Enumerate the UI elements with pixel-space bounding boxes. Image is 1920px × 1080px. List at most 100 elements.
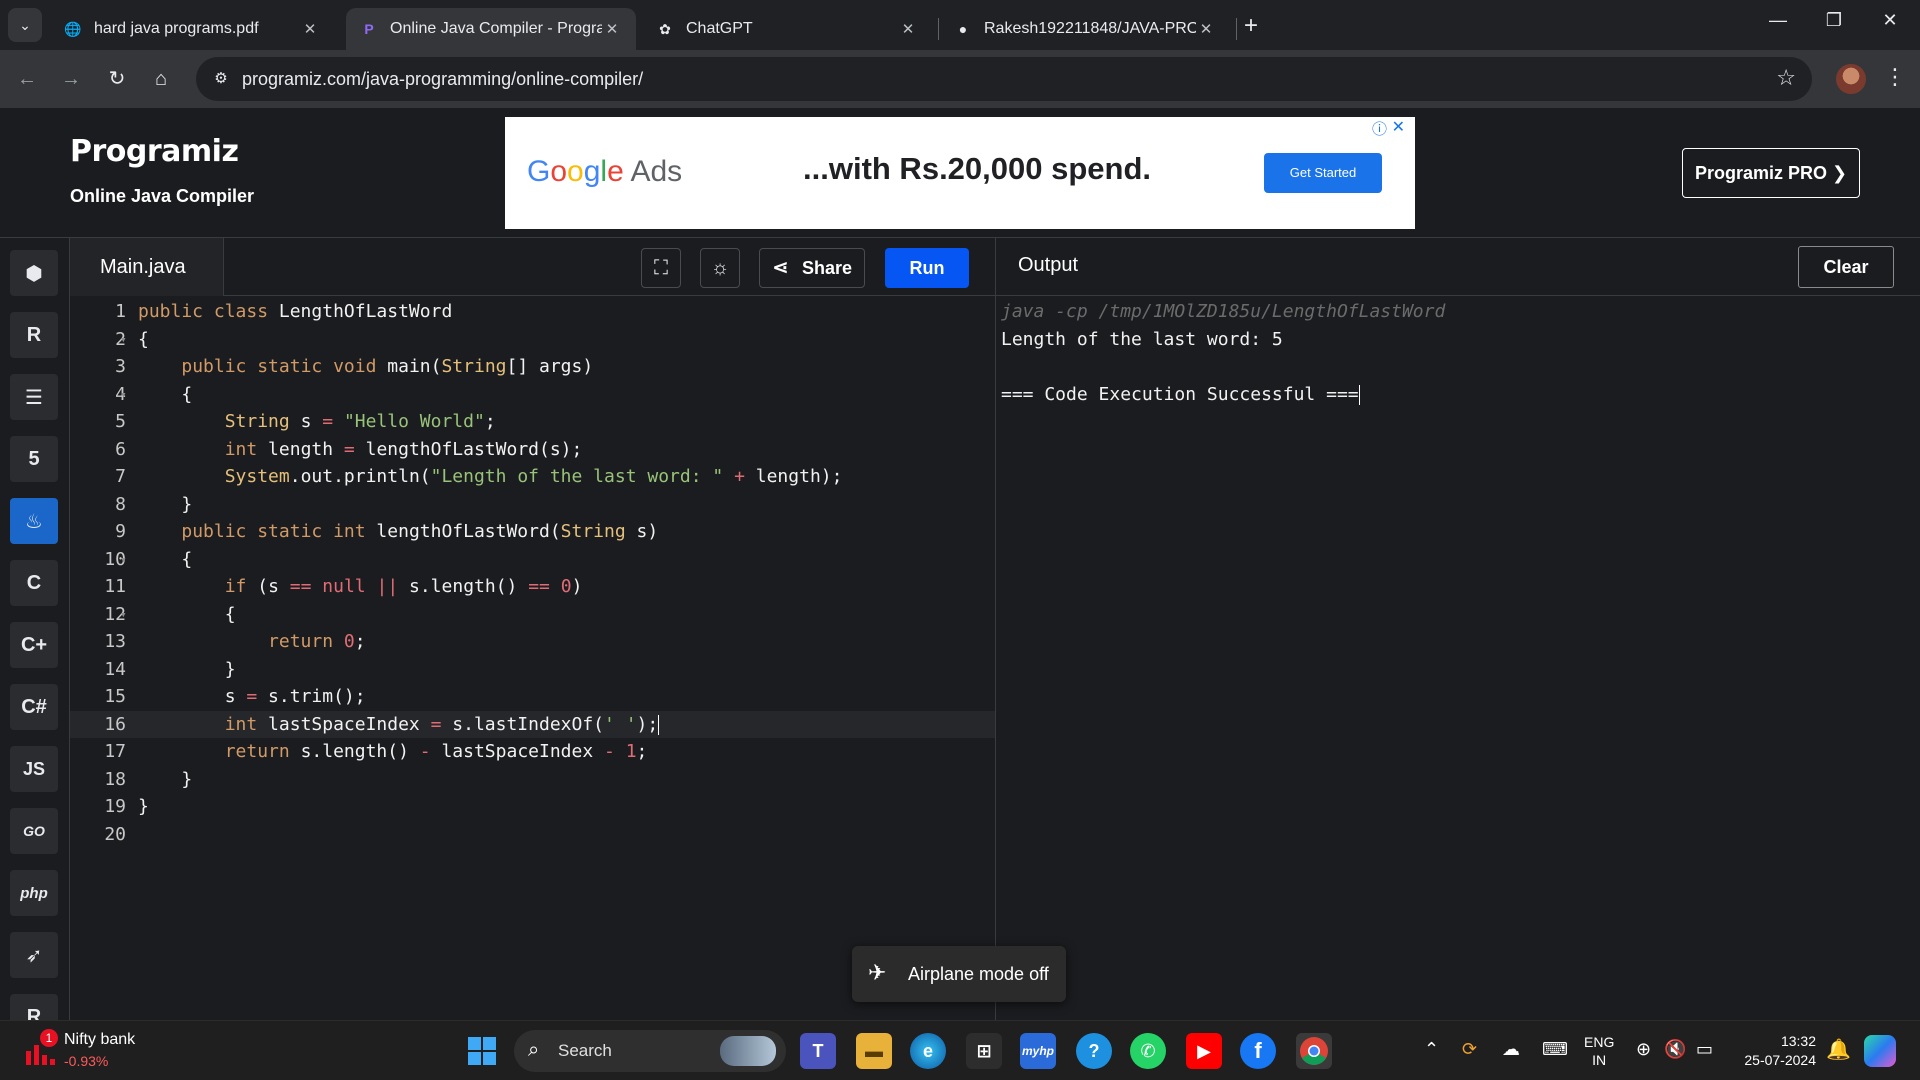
clear-button[interactable]: Clear xyxy=(1798,246,1894,288)
php-icon[interactable]: php xyxy=(10,870,58,916)
ad-headline: ...with Rs.20,000 spend. xyxy=(803,151,1152,186)
minimize-icon[interactable]: — xyxy=(1758,10,1798,31)
teams-icon[interactable]: T xyxy=(800,1033,836,1069)
forward-arrow-icon[interactable]: → xyxy=(56,64,86,94)
csharp-icon[interactable]: C# xyxy=(10,684,58,730)
battery-icon[interactable]: ▭ xyxy=(1696,1039,1713,1060)
tab-title: hard java programs.pdf xyxy=(94,20,259,37)
profile-avatar[interactable] xyxy=(1836,64,1866,94)
keyboard-icon[interactable]: ⌨ xyxy=(1542,1039,1568,1060)
tab-divider xyxy=(938,18,939,40)
fullscreen-icon[interactable]: ⛶ xyxy=(641,248,681,288)
output-title: Output xyxy=(1018,254,1079,276)
sql-icon[interactable]: ☰ xyxy=(10,374,58,420)
r-icon[interactable]: R xyxy=(10,312,58,358)
code-line: 14 } xyxy=(104,658,236,680)
cpp-icon[interactable]: C+ xyxy=(10,622,58,668)
code-line: 18 } xyxy=(104,768,193,790)
java-icon[interactable]: ♨ xyxy=(10,498,58,544)
go-icon[interactable]: GO xyxy=(10,808,58,854)
address-bar[interactable]: ⚙ programiz.com/java-programming/online-… xyxy=(196,57,1812,101)
ad-info-icon[interactable]: ⓘ xyxy=(1372,118,1387,139)
fold-arrow-icon[interactable]: ▾ xyxy=(120,601,127,629)
swift-icon[interactable]: ➶ xyxy=(10,932,58,978)
bookmark-star-icon[interactable]: ☆ xyxy=(1776,65,1796,91)
notification-bell-icon[interactable]: 🔔 xyxy=(1826,1037,1851,1062)
fold-arrow-icon[interactable]: ▾ xyxy=(120,546,127,574)
share-icon: ⋖ xyxy=(772,257,789,279)
tab-title: ChatGPT xyxy=(686,20,753,37)
network-globe-icon[interactable]: ⊕ xyxy=(1636,1039,1651,1060)
chrome-icon[interactable] xyxy=(1296,1033,1332,1069)
back-arrow-icon[interactable]: ← xyxy=(12,64,42,94)
close-icon[interactable]: ✕ xyxy=(898,20,918,38)
new-tab-plus-icon[interactable]: + xyxy=(1244,12,1258,40)
code-line: 5 String s = "Hello World"; xyxy=(115,411,496,432)
programiz-logo[interactable]: Programiz xyxy=(70,134,239,169)
myhp-icon[interactable]: myhp xyxy=(1020,1033,1056,1069)
clock[interactable]: 13:32 25-07-2024 xyxy=(1736,1032,1816,1070)
code-line: 10 ▾ { xyxy=(70,546,995,574)
code-editor[interactable]: 1 public class LengthOfLastWord 2 ▾{ 3 pub… xyxy=(70,296,995,1020)
code-line: 1 public class LengthOfLastWord xyxy=(115,301,453,322)
restore-icon[interactable]: ❐ xyxy=(1814,10,1854,31)
code-line: 8 } xyxy=(115,493,193,515)
youtube-icon[interactable]: ▶ xyxy=(1186,1033,1222,1069)
advertisement-banner[interactable]: Google Ads ...with Rs.20,000 spend. Get … xyxy=(505,117,1415,229)
help-icon[interactable]: ? xyxy=(1076,1033,1112,1069)
tab-github[interactable]: ● Rakesh192211848/JAVA-PROGRAMS ✕ xyxy=(940,8,1230,50)
whatsapp-icon[interactable]: ✆ xyxy=(1130,1033,1166,1069)
reload-icon[interactable]: ↻ xyxy=(102,64,132,94)
close-icon[interactable]: ✕ xyxy=(602,20,622,38)
volume-muted-icon[interactable]: 🔇 xyxy=(1664,1039,1686,1060)
ad-cta-button[interactable]: Get Started xyxy=(1264,153,1382,193)
site-header: Programiz Online Java Compiler Google Ad… xyxy=(0,108,1920,238)
tab-pdf[interactable]: 🌐 hard java programs.pdf ✕ xyxy=(50,8,334,50)
output-result: Length of the last word: 5 xyxy=(1001,328,1283,350)
tab-programiz[interactable]: P Online Java Compiler - Programiz ✕ xyxy=(346,8,636,50)
clock-time: 13:32 xyxy=(1780,1033,1816,1049)
file-explorer-icon[interactable]: ▬ xyxy=(856,1033,892,1069)
js-icon[interactable]: JS xyxy=(10,746,58,792)
window-close-icon[interactable]: ✕ xyxy=(1870,10,1910,31)
fold-arrow-icon[interactable]: ▾ xyxy=(120,381,127,409)
microsoft-store-icon[interactable]: ⊞ xyxy=(966,1033,1002,1069)
programiz-pro-button[interactable]: Programiz PRO ❯ xyxy=(1682,148,1860,198)
input-language[interactable]: ENG IN xyxy=(1584,1033,1614,1069)
theme-toggle-sun-icon[interactable]: ☼ xyxy=(700,248,740,288)
globe-icon: 🌐 xyxy=(64,20,82,37)
output-console[interactable]: java -cp /tmp/1MOlZD185u/LengthOfLastWor… xyxy=(995,296,1920,1020)
close-icon[interactable]: ✕ xyxy=(1196,20,1216,38)
google-ads-logo: Google Ads xyxy=(527,155,683,188)
sync-icon[interactable]: ⟳ xyxy=(1462,1039,1477,1060)
code-line: 20 xyxy=(104,823,126,845)
home-icon[interactable]: ⌂ xyxy=(146,64,176,94)
python-icon[interactable]: ⬢ xyxy=(10,250,58,296)
close-icon[interactable]: ✕ xyxy=(300,20,320,38)
run-button[interactable]: Run xyxy=(885,248,969,288)
file-tab-main-java[interactable]: Main.java xyxy=(70,238,224,296)
rust-icon[interactable]: R xyxy=(10,994,58,1020)
html-icon[interactable]: 5 xyxy=(10,436,58,482)
tab-chatgpt[interactable]: ✿ ChatGPT ✕ xyxy=(642,8,932,50)
show-hidden-icons-chevron-icon[interactable]: ⌃ xyxy=(1424,1039,1439,1060)
copilot-icon[interactable] xyxy=(1864,1035,1896,1067)
language-code: ENG xyxy=(1584,1034,1615,1050)
more-options-icon[interactable]: ⋮ xyxy=(1884,64,1906,90)
facebook-icon[interactable]: f xyxy=(1240,1033,1276,1069)
tab-search-chevron-icon[interactable]: ⌄ xyxy=(8,8,42,42)
ad-close-icon[interactable]: ✕ xyxy=(1392,117,1405,137)
stock-name[interactable]: Nifty bank xyxy=(64,1031,135,1049)
onedrive-cloud-icon[interactable]: ☁ xyxy=(1502,1039,1520,1060)
edge-icon[interactable]: e xyxy=(910,1033,946,1069)
fold-arrow-icon[interactable]: ▾ xyxy=(120,326,127,354)
site-settings-icon[interactable]: ⚙ xyxy=(210,68,232,90)
c-icon[interactable]: C xyxy=(10,560,58,606)
code-line: 4 ▾ { xyxy=(70,381,995,409)
code-line: 19} xyxy=(104,796,149,817)
code-line: 7 System.out.println("Length of the last… xyxy=(115,466,843,487)
windows-start-icon[interactable] xyxy=(468,1037,496,1065)
taskbar-search[interactable]: ⌕ Search xyxy=(514,1030,786,1072)
url-text[interactable]: programiz.com/java-programming/online-co… xyxy=(242,69,643,90)
share-button[interactable]: ⋖ Share xyxy=(759,248,865,288)
